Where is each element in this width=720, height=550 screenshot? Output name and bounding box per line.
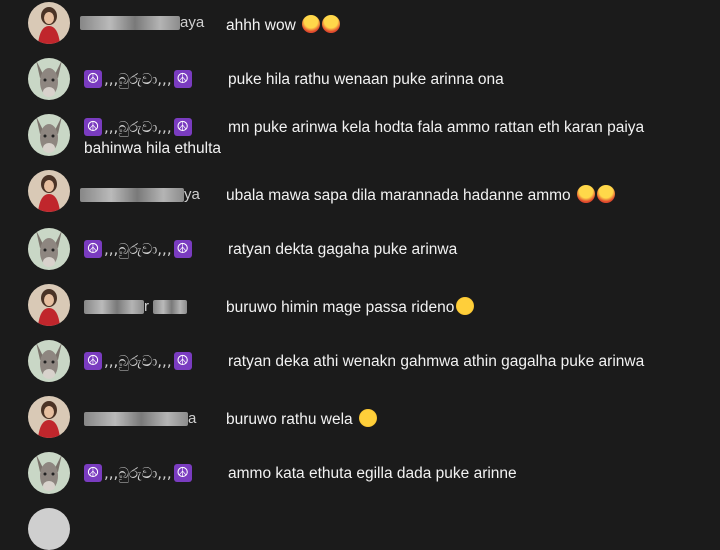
- comment-text: ahhh wow: [226, 15, 341, 35]
- comment-text: buruwo himin mage passa rideno: [226, 297, 475, 317]
- username[interactable]: ☮ ,,,බුරුවා,,, ☮: [84, 352, 192, 370]
- peace-icon: ☮: [173, 352, 192, 370]
- username[interactable]: a: [84, 410, 196, 427]
- peace-icon: ☮: [84, 118, 102, 136]
- avatar[interactable]: [28, 340, 70, 382]
- redacted-name: [80, 187, 184, 202]
- astonished-emoji-icon: [596, 185, 615, 203]
- username[interactable]: ☮ ,,,බුරුවා,,, ☮: [84, 240, 192, 258]
- astonished-emoji-icon: [302, 15, 321, 33]
- avatar[interactable]: [28, 452, 70, 494]
- comment-text: puke hila rathu wenaan puke arinna ona: [228, 71, 504, 88]
- peace-icon: ☮: [173, 118, 192, 136]
- avatar[interactable]: [28, 58, 70, 100]
- redacted-name: [84, 411, 188, 426]
- comment-text-continued: bahinwa hila ethulta: [84, 140, 222, 157]
- comment-text: ratyan deka athi wenakn gahmwa athin gag…: [228, 353, 645, 370]
- redacted-name: [84, 299, 144, 314]
- avatar[interactable]: [28, 396, 70, 438]
- avatar[interactable]: [28, 114, 70, 156]
- avatar[interactable]: [28, 508, 70, 550]
- peace-icon: ☮: [173, 240, 192, 258]
- peace-icon: ☮: [84, 352, 102, 370]
- avatar[interactable]: [28, 284, 70, 326]
- shushing-emoji-icon: [456, 297, 475, 315]
- peace-icon: ☮: [84, 70, 102, 88]
- avatar[interactable]: [28, 2, 70, 44]
- username[interactable]: ☮ ,,,බුරුවා,,, ☮: [84, 464, 192, 482]
- comment-text: buruwo rathu wela: [226, 409, 377, 429]
- astonished-emoji-icon: [576, 185, 595, 203]
- peace-icon: ☮: [84, 464, 102, 482]
- username[interactable]: aya: [80, 14, 204, 31]
- shushing-emoji-icon: [358, 409, 377, 427]
- peace-icon: ☮: [173, 70, 192, 88]
- comment-text: ratyan dekta gagaha puke arinwa: [228, 241, 458, 258]
- avatar[interactable]: [28, 170, 70, 212]
- username[interactable]: ☮ ,,,බුරුවා,,, ☮: [84, 118, 192, 136]
- redacted-name: [80, 15, 180, 30]
- astonished-emoji-icon: [322, 15, 341, 33]
- comment-text: mn puke arinwa kela hodta fala ammo ratt…: [228, 119, 645, 136]
- avatar[interactable]: [28, 228, 70, 270]
- peace-icon: ☮: [84, 240, 102, 258]
- comment-text: ammo kata ethuta egilla dada puke arinne: [228, 465, 517, 482]
- username[interactable]: r: [84, 298, 187, 315]
- redacted-name: [153, 299, 187, 314]
- username[interactable]: ya: [80, 186, 200, 203]
- peace-icon: ☮: [173, 464, 192, 482]
- comment-text: ubala mawa sapa dila marannada hadanne a…: [226, 185, 615, 205]
- username[interactable]: ☮ ,,,බුරුවා,,, ☮: [84, 70, 192, 88]
